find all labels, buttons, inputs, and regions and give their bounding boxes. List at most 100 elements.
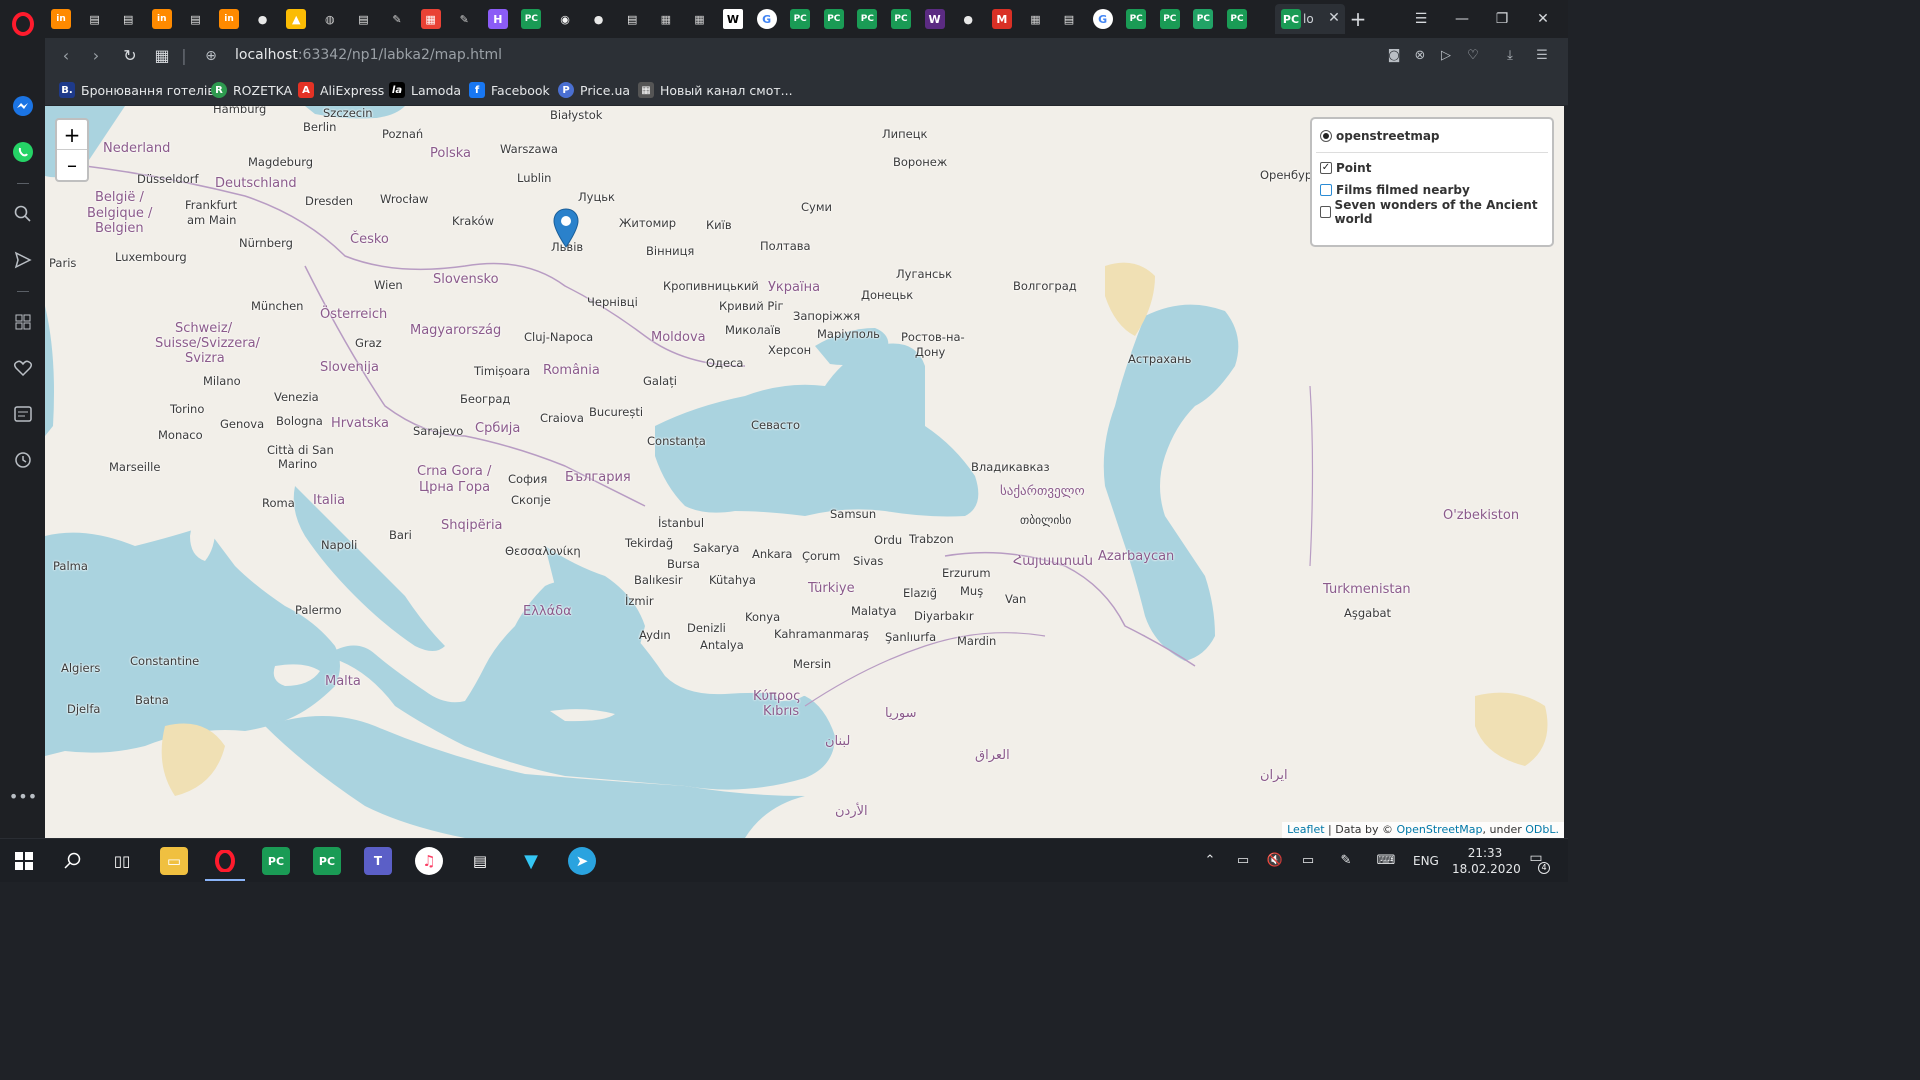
- tab-close-icon[interactable]: ✕: [1325, 9, 1343, 27]
- url-field[interactable]: localhost:63342/np1/labka2/map.html: [235, 47, 502, 63]
- clock[interactable]: 21:33 18.02.2020: [1452, 845, 1521, 877]
- tab-pycharm-icon[interactable]: PC: [1227, 9, 1247, 29]
- volume-muted-icon[interactable]: 🔇: [1265, 851, 1285, 871]
- tab-pycharm-green-icon[interactable]: PC: [1193, 9, 1214, 29]
- telegram-icon[interactable]: ➤: [568, 847, 596, 875]
- heart-icon[interactable]: [12, 357, 34, 379]
- camera-icon[interactable]: ◙: [1384, 46, 1404, 66]
- map-marker-icon[interactable]: [553, 208, 579, 248]
- tab-w-app-icon[interactable]: W: [924, 9, 945, 29]
- tab-pycharm-icon[interactable]: PC: [790, 9, 811, 29]
- tab-h-app-icon[interactable]: H: [487, 9, 508, 29]
- tab-doc-icon[interactable]: ▤: [85, 9, 105, 29]
- battery-icon[interactable]: ▭: [1233, 851, 1253, 871]
- overlay-wonders[interactable]: Seven wonders of the Ancient world: [1320, 198, 1544, 226]
- messenger-icon[interactable]: [12, 95, 34, 117]
- leaflet-link[interactable]: Leaflet: [1287, 823, 1324, 836]
- tab-doc-icon[interactable]: ▤: [353, 9, 373, 29]
- tab-doc-icon[interactable]: ▤: [185, 9, 205, 29]
- tab-circle-app-icon[interactable]: ◉: [555, 9, 575, 29]
- speed-dial-icon[interactable]: [12, 311, 34, 333]
- tab-doc-icon[interactable]: ▤: [118, 9, 138, 29]
- easy-setup-icon[interactable]: ☰: [1532, 46, 1552, 66]
- opera-logo-icon[interactable]: [12, 12, 34, 36]
- bookmark-booking[interactable]: B. Бронювання готелів: [59, 81, 215, 99]
- tab-apps-grid-icon[interactable]: ▦: [689, 9, 709, 29]
- zoom-in-button[interactable]: +: [57, 120, 87, 150]
- tab-pycharm-icon[interactable]: PC: [1159, 9, 1180, 29]
- reload-icon[interactable]: ↻: [119, 45, 141, 67]
- file-explorer-icon[interactable]: ▭: [160, 847, 188, 875]
- network-icon[interactable]: ▭: [1298, 851, 1318, 871]
- checkbox-unchecked[interactable]: [1320, 206, 1331, 218]
- radio-selected[interactable]: [1320, 130, 1332, 142]
- new-tab-button[interactable]: +: [1347, 8, 1369, 30]
- odbl-link[interactable]: ODbL.: [1525, 823, 1559, 836]
- task-view-icon[interactable]: ▯▯: [108, 847, 136, 875]
- language-indicator[interactable]: ENG: [1413, 854, 1439, 868]
- back-icon[interactable]: ‹: [55, 45, 77, 67]
- close-button[interactable]: ✕: [1529, 8, 1557, 30]
- adblock-icon[interactable]: ⊗: [1410, 46, 1430, 66]
- tab-feather-icon[interactable]: ✎: [387, 9, 407, 29]
- search-icon[interactable]: [59, 847, 87, 875]
- tab-shield-icon[interactable]: ◍: [320, 9, 340, 29]
- keyboard-icon[interactable]: ⌨: [1376, 851, 1396, 871]
- checkbox-unchecked[interactable]: [1320, 184, 1332, 196]
- pycharm-icon[interactable]: PC: [313, 847, 341, 875]
- zoom-out-button[interactable]: –: [57, 150, 87, 180]
- tab-google-drive-icon[interactable]: ▲: [286, 9, 307, 29]
- tab-doc-icon[interactable]: ▤: [1059, 9, 1079, 29]
- tab-pycharm-icon[interactable]: PC: [521, 9, 542, 29]
- bookmark-price[interactable]: P Price.ua: [558, 81, 630, 99]
- whatsapp-icon[interactable]: [12, 141, 34, 163]
- tab-pycharm-icon[interactable]: PC: [1126, 9, 1147, 29]
- tab-wikipedia-icon[interactable]: W: [723, 9, 743, 29]
- teams-icon[interactable]: T: [364, 847, 392, 875]
- send-icon[interactable]: ▷: [1436, 46, 1456, 66]
- tab-github-icon[interactable]: ●: [253, 9, 273, 29]
- tab-github-icon[interactable]: ●: [958, 9, 978, 29]
- restore-button[interactable]: ❐: [1488, 8, 1516, 30]
- bookmark-aliexpress[interactable]: A AliExpress: [298, 81, 384, 99]
- tab-apps-grid-icon[interactable]: ▦: [1025, 9, 1045, 29]
- bookmark-heart-icon[interactable]: ♡: [1463, 46, 1483, 66]
- tab-pycharm-icon[interactable]: PC: [823, 9, 844, 29]
- tab-pycharm-icon[interactable]: PC: [891, 9, 911, 29]
- overlay-point[interactable]: Point: [1320, 157, 1544, 179]
- notifications-icon[interactable]: ▭ 4: [1524, 850, 1550, 874]
- send-icon[interactable]: [12, 249, 34, 271]
- pycharm-icon[interactable]: PC: [262, 847, 290, 875]
- checkbox-checked[interactable]: [1320, 162, 1332, 174]
- tab-image-icon[interactable]: ▦: [420, 9, 441, 29]
- tab-doc-icon[interactable]: ▤: [622, 9, 642, 29]
- windows-start-icon[interactable]: [10, 847, 38, 875]
- tab-google-icon[interactable]: G: [756, 9, 777, 29]
- more-icon[interactable]: •••: [9, 785, 37, 807]
- pen-icon[interactable]: ✎: [1336, 851, 1356, 871]
- opera-icon[interactable]: [211, 847, 239, 875]
- tab-active[interactable]: PC lo ✕: [1275, 4, 1345, 34]
- tab-feather-icon[interactable]: ✎: [454, 9, 474, 29]
- tab-google-icon[interactable]: G: [1092, 9, 1113, 29]
- base-layer-osm[interactable]: openstreetmap: [1320, 125, 1544, 147]
- itunes-icon[interactable]: ♫: [415, 847, 443, 875]
- bookmark-facebook[interactable]: f Facebook: [469, 81, 550, 99]
- minimize-button[interactable]: —: [1448, 8, 1476, 30]
- tab-pycharm-icon[interactable]: PC: [857, 9, 878, 29]
- osm-link[interactable]: OpenStreetMap: [1397, 823, 1483, 836]
- forward-icon[interactable]: ›: [85, 45, 107, 67]
- history-icon[interactable]: [12, 449, 34, 471]
- tab-in-logo-icon[interactable]: in: [219, 9, 239, 29]
- tab-github-icon[interactable]: ●: [589, 9, 609, 29]
- tab-in-logo-icon[interactable]: in: [151, 9, 172, 29]
- tab-in-logo-icon[interactable]: in: [51, 9, 71, 29]
- bookmark-rozetka[interactable]: R ROZETKA: [211, 81, 292, 99]
- tab-apps-grid-icon[interactable]: ▦: [656, 9, 676, 29]
- tab-menu-icon[interactable]: ☰: [1407, 8, 1435, 30]
- globe-icon[interactable]: ⊕: [200, 45, 222, 67]
- leaflet-map[interactable]: Nederland Deutschland Polska België / Be…: [45, 106, 1564, 838]
- film-icon[interactable]: ▤: [466, 847, 494, 875]
- vpn-icon[interactable]: ▼: [517, 847, 545, 875]
- tab-gmail-icon[interactable]: M: [991, 9, 1012, 29]
